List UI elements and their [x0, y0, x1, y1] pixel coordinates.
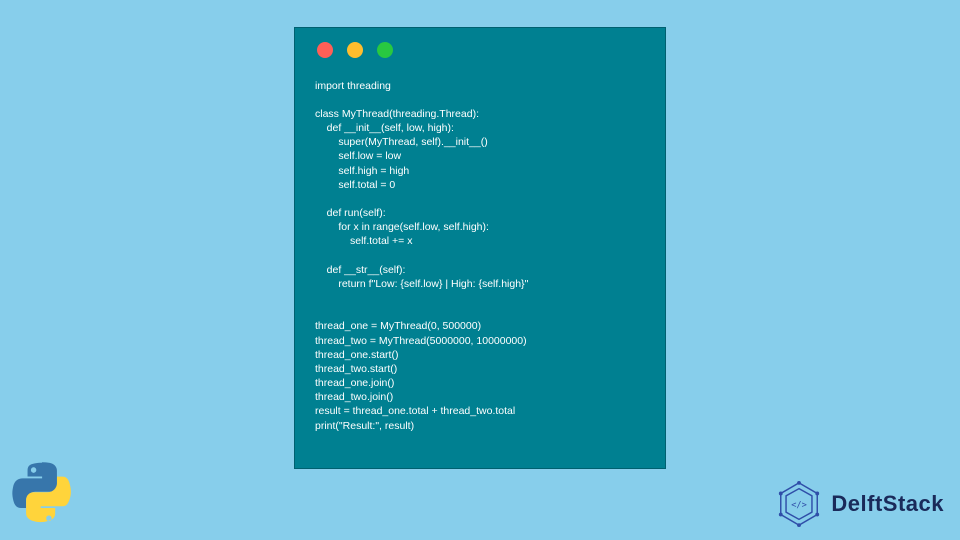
python-logo-icon — [8, 462, 76, 530]
window-traffic-lights — [295, 28, 665, 64]
minimize-icon — [347, 42, 363, 58]
maximize-icon — [377, 42, 393, 58]
code-snippet: import threading class MyThread(threadin… — [295, 75, 665, 449]
svg-text:</>: </> — [792, 500, 808, 510]
code-window: import threading class MyThread(threadin… — [294, 27, 666, 469]
page-root: import threading class MyThread(threadin… — [0, 0, 960, 540]
delftstack-wordmark: DelftStack — [831, 491, 944, 517]
delftstack-logo: </> DelftStack — [775, 480, 944, 528]
close-icon — [317, 42, 333, 58]
delftstack-mark-icon: </> — [775, 480, 823, 528]
